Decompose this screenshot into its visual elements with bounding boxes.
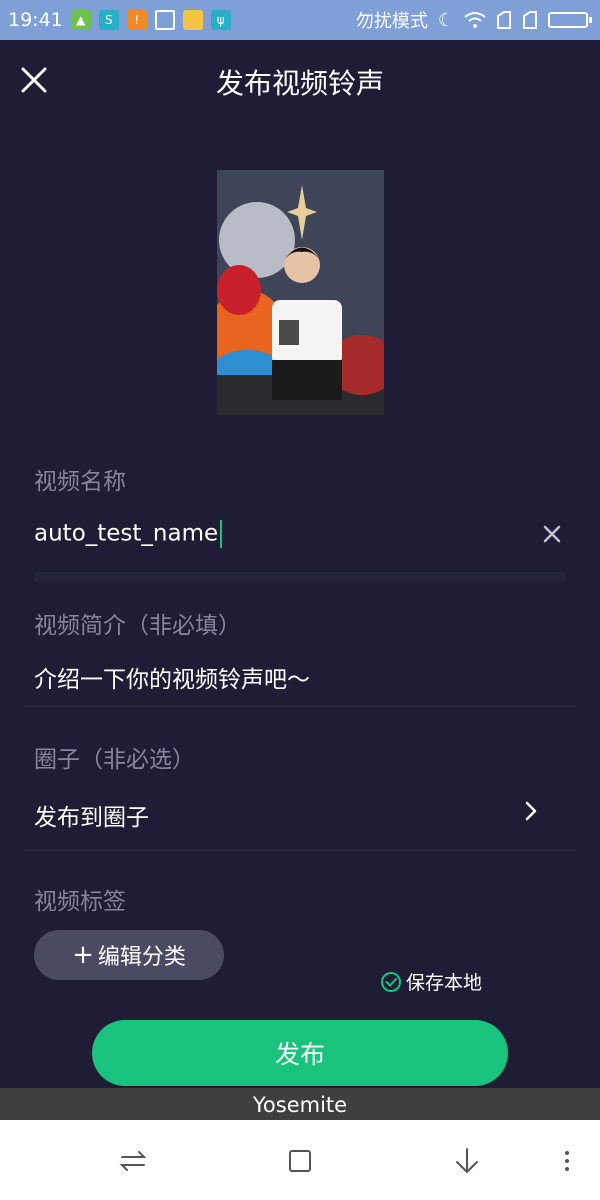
battery-icon (548, 12, 592, 28)
edit-category-button[interactable]: + 编辑分类 (34, 930, 224, 980)
chevron-right-icon[interactable] (518, 798, 544, 824)
nav-bar (0, 1120, 600, 1200)
clear-icon[interactable] (538, 520, 566, 548)
video-name-input[interactable]: auto_test_name (34, 520, 223, 548)
top-bar: 发布视频铃声 (0, 40, 600, 122)
publish-to-circle[interactable]: 发布到圈子 (34, 798, 149, 832)
video-tags-label: 视频标签 (34, 889, 126, 915)
publish-button[interactable]: 发布 (92, 1020, 508, 1086)
video-intro-label: 视频简介（非必填） (34, 613, 241, 639)
video-name-label: 视频名称 (34, 469, 126, 495)
status-time: 19:41 (8, 9, 63, 31)
video-thumbnail[interactable] (217, 170, 384, 415)
save-local-toggle[interactable]: 保存本地 (380, 968, 482, 995)
warning-icon: ! (126, 10, 147, 30)
circle-label: 圈子（非必选） (34, 747, 195, 773)
menu-icon[interactable] (550, 1144, 584, 1178)
divider (24, 706, 576, 707)
dnd-label: 勿扰模式 (355, 11, 428, 32)
text-cursor (220, 520, 223, 548)
home-icon[interactable] (283, 1144, 317, 1178)
android-icon: ▲ (70, 10, 91, 30)
edit-category-label: 编辑分类 (97, 945, 186, 970)
status-bar: 19:41 ▲ S ! ψ 勿扰模式 ☾ (0, 0, 600, 40)
back-icon[interactable] (450, 1144, 484, 1178)
divider (24, 850, 576, 851)
plus-icon: + (72, 940, 94, 970)
cleaner-icon (154, 10, 175, 30)
divider (34, 572, 566, 582)
signal-icon (523, 11, 537, 29)
folder-icon (182, 10, 203, 30)
app-icon: S (98, 10, 119, 30)
moon-icon: ☾ (437, 9, 454, 31)
status-right: 勿扰模式 ☾ (355, 7, 592, 33)
wifi-icon (464, 12, 486, 28)
save-local-label: 保存本地 (406, 972, 483, 994)
check-circle-icon (381, 971, 401, 992)
signal-icon (497, 11, 511, 29)
video-name-value: auto_test_name (34, 520, 219, 547)
video-intro-input[interactable]: 介绍一下你的视频铃声吧～ (34, 660, 310, 694)
switch-icon[interactable] (116, 1144, 150, 1178)
usb-icon: ψ (210, 10, 231, 30)
page-title: 发布视频铃声 (215, 67, 384, 100)
toast: Yosemite (0, 1088, 600, 1120)
notification-icons: ▲ S ! ψ (70, 10, 231, 30)
